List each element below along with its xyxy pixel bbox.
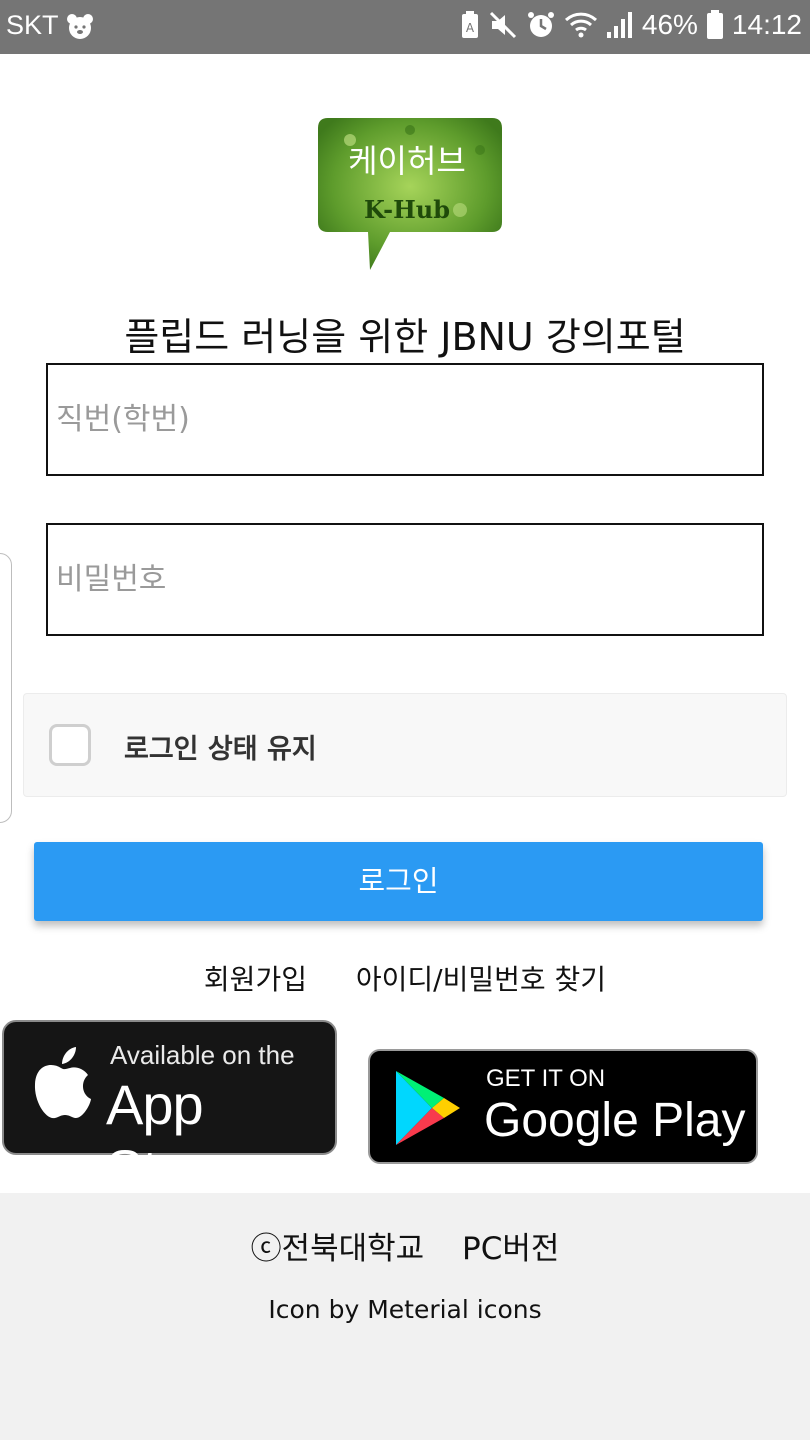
keep-login-checkbox[interactable] <box>49 724 91 766</box>
app-store-small-text: Available on the <box>110 1040 295 1070</box>
signup-link[interactable]: 회원가입 <box>204 958 307 998</box>
bear-icon <box>65 12 95 40</box>
alarm-icon <box>526 10 556 40</box>
google-play-badge[interactable]: GET IT ON Google Play <box>368 1049 758 1164</box>
student-id-field[interactable] <box>46 363 764 476</box>
khub-logo: 케이허브 K-Hub <box>310 110 505 280</box>
google-play-big-text: Google Play <box>484 1094 746 1147</box>
carrier-label: SKT <box>6 10 59 40</box>
clock: 14:12 <box>731 9 802 40</box>
battery-icon <box>706 9 724 41</box>
signal-icon <box>606 10 634 40</box>
battery-percent: 46% <box>641 9 698 40</box>
wifi-icon <box>564 10 598 40</box>
icon-credit: Icon by Meterial icons <box>268 1295 542 1324</box>
pc-version-link[interactable]: PC버전 <box>462 1231 559 1267</box>
account-links: 회원가입 아이디/비밀번호 찾기 <box>0 958 810 998</box>
logo-korean-text: 케이허브 <box>348 142 466 180</box>
status-bar: SKT A 46% 14:12 <box>0 0 810 54</box>
google-play-icon <box>392 1069 464 1151</box>
login-button[interactable]: 로그인 <box>34 842 763 921</box>
svg-text:A: A <box>466 21 475 35</box>
student-id-input[interactable] <box>48 365 762 474</box>
mute-icon <box>488 10 518 40</box>
logo-english-text: K-Hub <box>364 195 450 224</box>
page-title: 플립드 러닝을 위한 JBNU 강의포털 <box>124 315 686 359</box>
password-field[interactable] <box>46 523 764 636</box>
footer: ⓒ전북대학교 PC버전 Icon by Meterial icons <box>0 1193 810 1440</box>
keep-login-row[interactable]: 로그인 상태 유지 <box>23 693 787 797</box>
find-account-link[interactable]: 아이디/비밀번호 찾기 <box>356 958 606 998</box>
side-edge-handle <box>0 553 12 823</box>
app-store-big-text: App Store <box>106 1073 236 1201</box>
google-play-small-text: GET IT ON <box>486 1065 606 1092</box>
password-input[interactable] <box>48 525 762 634</box>
keep-login-label: 로그인 상태 유지 <box>124 734 317 765</box>
app-store-badge[interactable]: Available on the App Store <box>2 1020 337 1201</box>
battery-saver-icon: A <box>460 10 480 40</box>
copyright-text: ⓒ전북대학교 <box>250 1231 425 1267</box>
apple-icon <box>30 1042 92 1126</box>
